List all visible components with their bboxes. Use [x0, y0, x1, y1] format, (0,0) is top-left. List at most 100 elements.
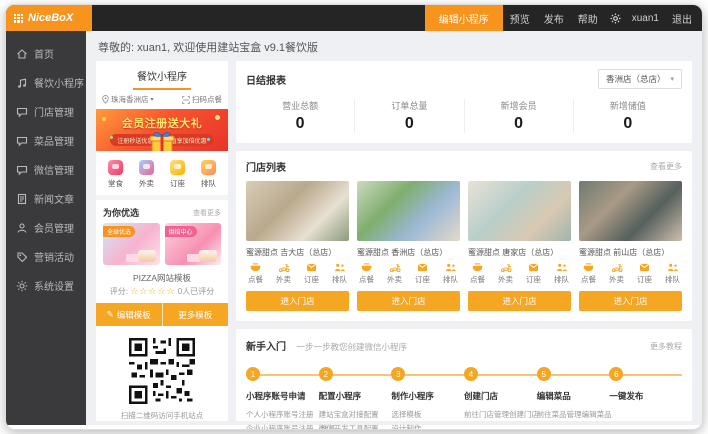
- quick-action-reserve[interactable]: 订座: [170, 160, 185, 189]
- guide-link[interactable]: 选择模板: [391, 408, 464, 422]
- preview-link[interactable]: 预览: [503, 5, 537, 31]
- store-action-order[interactable]: 点餐: [248, 263, 263, 285]
- sidebar-item-restaurant-miniprogram[interactable]: 餐饮小程序: [6, 68, 86, 97]
- store-action-reserve[interactable]: 订座: [304, 263, 319, 285]
- scan-order-link[interactable]: 扫码点餐: [182, 94, 222, 105]
- home-icon: [16, 48, 28, 60]
- queue-people-icon: [334, 263, 345, 272]
- store-select-dropdown[interactable]: 香洲店（总店） ▾: [598, 69, 682, 89]
- store-list-more-link[interactable]: 查看更多: [650, 161, 682, 172]
- picks-more-link[interactable]: 查看更多: [193, 208, 221, 218]
- app-window: NiceBoX 编辑小程序 预览 发布 帮助 xuan1 退出 首页: [5, 4, 703, 430]
- guide-subtitle: 一步一步教您创建微信小程序: [296, 342, 407, 352]
- help-link[interactable]: 帮助: [571, 5, 605, 31]
- link-icon: [16, 77, 28, 89]
- pick-card-2[interactable]: 烘焙中心: [165, 223, 222, 265]
- store-action-order[interactable]: 点餐: [470, 263, 485, 285]
- store-action-takeout[interactable]: 外卖: [276, 263, 291, 285]
- enter-store-button[interactable]: 进入门店: [357, 291, 460, 311]
- store-action-queue[interactable]: 排队: [332, 263, 347, 285]
- star-rating-icons[interactable]: ☆☆☆☆☆: [130, 286, 175, 296]
- store-action-queue[interactable]: 排队: [665, 263, 680, 285]
- store-photo: [579, 181, 682, 241]
- reserve-icon: [170, 160, 185, 175]
- logout-link[interactable]: 退出: [665, 5, 702, 31]
- quick-action-takeout[interactable]: 外卖: [139, 160, 154, 189]
- guide-link[interactable]: 微信开发工具配置: [319, 422, 392, 430]
- store-photo: [246, 181, 349, 241]
- store-action-queue[interactable]: 排队: [554, 263, 569, 285]
- sidebar-item-system-settings[interactable]: 系统设置: [6, 271, 86, 300]
- chat-icon: [16, 135, 28, 147]
- store-action-reserve[interactable]: 订座: [526, 263, 541, 285]
- template-rating: 评分: ☆☆☆☆☆ 0人已评分: [96, 286, 228, 303]
- quick-action-queue[interactable]: 排队: [201, 160, 216, 189]
- store-action-reserve[interactable]: 订座: [415, 263, 430, 285]
- store-card-4: 蜜源甜点 前山店（总店） 点餐 外卖 订座 排队 进入门店: [579, 181, 682, 311]
- username-label[interactable]: xuan1: [626, 5, 665, 31]
- guide-step-publish: 一键发布: [609, 390, 682, 430]
- more-templates-button[interactable]: 更多模板: [162, 303, 229, 326]
- enter-store-button[interactable]: 进入门店: [468, 291, 571, 311]
- promo-banner[interactable]: 会员注册送大礼 注册秒送优惠券 · 充值享加倍优惠: [96, 109, 228, 151]
- store-action-takeout[interactable]: 外卖: [387, 263, 402, 285]
- quick-action-dine-in[interactable]: 堂食: [108, 160, 123, 189]
- store-action-queue[interactable]: 排队: [443, 263, 458, 285]
- reserve-seat-icon: [639, 263, 650, 272]
- scooter-icon: [500, 263, 512, 272]
- publish-link[interactable]: 发布: [537, 5, 571, 31]
- step-2-dot: 2: [319, 367, 333, 381]
- guide-link[interactable]: 前往门店管理创建门店: [464, 408, 537, 422]
- sidebar: 首页 餐饮小程序 门店管理 菜品管理 微信管理: [6, 31, 86, 425]
- chat-icon: [16, 164, 28, 176]
- bowl-icon: [361, 263, 372, 272]
- sidebar-item-home[interactable]: 首页: [6, 39, 86, 68]
- guide-link[interactable]: 企业小程序账号注册、认证: [246, 422, 319, 430]
- store-action-order[interactable]: 点餐: [581, 263, 596, 285]
- store-action-takeout[interactable]: 外卖: [609, 263, 624, 285]
- queue-people-icon: [556, 263, 567, 272]
- bowl-icon: [583, 263, 594, 272]
- step-6-dot: 6: [609, 367, 623, 381]
- sidebar-item-dish-management[interactable]: 菜品管理: [6, 126, 86, 155]
- guide-link[interactable]: 个人小程序账号注册: [246, 408, 319, 422]
- daily-report-panel: 日结报表 香洲店（总店） ▾ 营业总额 0: [236, 61, 692, 143]
- reserve-seat-icon: [528, 263, 539, 272]
- store-action-takeout[interactable]: 外卖: [498, 263, 513, 285]
- enter-store-button[interactable]: 进入门店: [246, 291, 349, 311]
- sidebar-item-news-articles[interactable]: 新闻文章: [6, 184, 86, 213]
- dessert-image: [138, 250, 156, 262]
- gear-icon: [16, 280, 28, 292]
- store-card-2: 蜜源甜点 香洲店（总店） 点餐 外卖 订座 排队 进入门店: [357, 181, 460, 311]
- sidebar-item-marketing[interactable]: 营销活动: [6, 242, 86, 271]
- pick-card-1[interactable]: 全球优选: [103, 223, 160, 265]
- guide-link[interactable]: 设计制作: [391, 422, 464, 430]
- stat-new-deposits: 新增储值 0: [573, 99, 682, 133]
- store-action-reserve[interactable]: 订座: [637, 263, 652, 285]
- step-5-dot: 5: [537, 367, 551, 381]
- guide-link[interactable]: 前往菜品管理编辑菜品: [537, 408, 610, 422]
- settings-gear-icon[interactable]: [605, 5, 626, 31]
- report-title: 日结报表: [246, 72, 286, 87]
- more-tutorials-link[interactable]: 更多教程: [650, 341, 682, 352]
- sidebar-item-member-management[interactable]: 会员管理: [6, 213, 86, 242]
- sidebar-item-store-management[interactable]: 门店管理: [6, 97, 86, 126]
- bowl-icon: [250, 263, 261, 272]
- step-4-dot: 4: [464, 367, 478, 381]
- bowl-icon: [472, 263, 483, 272]
- caret-down-icon: ▾: [670, 75, 674, 83]
- edit-miniprogram-button[interactable]: 编辑小程序: [425, 5, 503, 31]
- edit-template-button[interactable]: ✎ 编辑模板: [96, 303, 162, 326]
- sidebar-item-wechat-management[interactable]: 微信管理: [6, 155, 86, 184]
- store-list-panel: 门店列表 查看更多 蜜源甜点 吉大店（总店） 点餐 外卖: [236, 151, 692, 321]
- location-selector[interactable]: 珠海香洲店 ▾: [102, 94, 154, 105]
- qr-code: [129, 338, 195, 404]
- tag-icon: [16, 251, 28, 263]
- store-card-3: 蜜源甜点 唐家店（总店） 点餐 外卖 订座 排队 进入门店: [468, 181, 571, 311]
- store-list-title: 门店列表: [246, 159, 286, 174]
- store-action-order[interactable]: 点餐: [359, 263, 374, 285]
- enter-store-button[interactable]: 进入门店: [579, 291, 682, 311]
- banner-title: 会员注册送大礼: [96, 109, 228, 131]
- guide-link[interactable]: 建站宝盒对接配置: [319, 408, 392, 422]
- brand-logo[interactable]: NiceBoX: [6, 5, 92, 31]
